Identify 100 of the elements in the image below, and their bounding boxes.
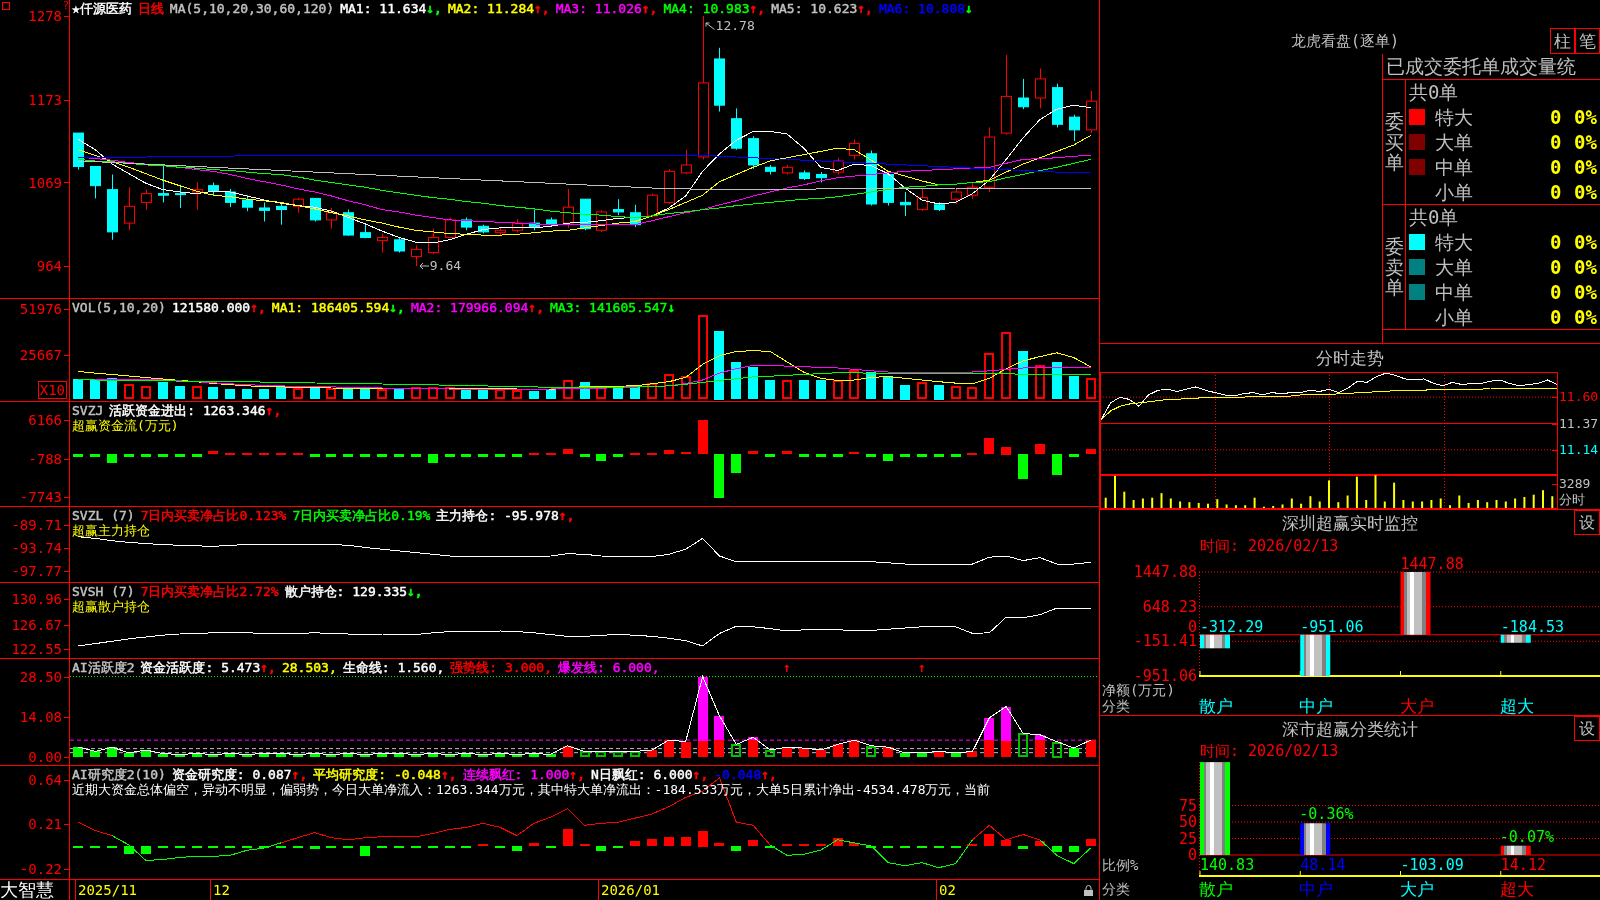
total-label: 共0单	[1409, 206, 1459, 228]
percent-value: 0%	[1574, 105, 1597, 128]
trend-arrow: ↑,	[534, 1, 550, 16]
time-label: 时间: 2026/02/13	[1200, 741, 1339, 760]
axis-label: 1278	[28, 8, 62, 23]
value-label: 14.12	[1500, 858, 1546, 873]
legend-label: MA1: 186405.594	[271, 300, 390, 315]
axis-label: -151.41	[1133, 634, 1197, 649]
axis-label: 0	[1187, 848, 1197, 862]
axis-label: 11.37	[1559, 415, 1599, 432]
panel-title: 深圳超赢实时监控	[1282, 512, 1418, 533]
value-label: -103.09	[1400, 858, 1464, 873]
legend-label: MA5: 10.623	[771, 1, 858, 16]
axis-label: -788	[28, 451, 62, 466]
legend-label: 活跃资金进出: 1263.346	[109, 403, 266, 418]
percent-value: 0%	[1574, 305, 1597, 328]
category-label: 大户	[1399, 697, 1434, 715]
legend-label: 连续飘红: 1.000	[462, 767, 570, 782]
legend-label: 28.503,	[281, 660, 337, 675]
legend-label: 7日内买卖净占比2.72%	[140, 584, 279, 599]
count-value: 0	[1550, 180, 1562, 203]
axis-label: 50	[1178, 815, 1197, 829]
axis-label: 0.64	[28, 772, 62, 787]
date-label: 02	[939, 882, 956, 898]
percent-value: 0%	[1574, 180, 1597, 203]
count-value: 0	[1550, 280, 1562, 303]
axis-label: 28.50	[19, 669, 62, 684]
legend-label: MA2: 11.284	[447, 1, 535, 16]
value-label: -951.06	[1300, 619, 1364, 635]
count-value: 0	[1550, 305, 1562, 328]
category-label: 超大	[1499, 697, 1534, 715]
legend-label: MA(5,10,20,30,60,120)	[169, 1, 335, 16]
signal-arrow: ↑	[917, 661, 926, 675]
order-type-label: 特大	[1435, 105, 1473, 128]
trend-arrow: ↓,	[389, 300, 405, 315]
legend-label: 7日内买卖净占比0.123%	[140, 508, 287, 523]
axis-label: 6166	[28, 413, 62, 428]
axis-label: -0.22	[19, 861, 62, 876]
legend-label: 7日内买卖净占比0.19%	[292, 508, 431, 523]
panel-title: 深市超赢分类统计	[1282, 718, 1418, 739]
value-label: -184.53	[1500, 619, 1564, 635]
order-type-label: 特大	[1435, 230, 1473, 253]
axis-label: 648.23	[1142, 599, 1197, 614]
trend-arrow: ↑,	[692, 767, 709, 782]
value-label: 1447.88	[1400, 557, 1464, 572]
legend-label: MA3: 11.026	[555, 1, 642, 16]
axis-label: 3289	[1559, 476, 1591, 493]
legend-label: MA1: 11.634	[340, 1, 427, 16]
axis-title: 比例%	[1102, 858, 1139, 872]
legend-label: VOL(5,10,20)	[72, 300, 166, 315]
legend-label: SVZL (7)	[72, 508, 135, 523]
legend-label: 121580.000	[171, 300, 251, 315]
time-label: 时间: 2026/02/13	[1200, 537, 1339, 555]
axis-label: 130.96	[11, 591, 62, 606]
legend-label: 强势线: 3.000,	[450, 660, 552, 675]
chart-title: 超赢散户持仓	[72, 599, 150, 614]
trend-arrow: ↑,	[569, 767, 585, 782]
axis-label: 25667	[19, 347, 62, 362]
category-label: 中户	[1299, 697, 1334, 715]
chart-title: 超赢资金流(万元)	[72, 418, 179, 433]
axis-label: 0.00	[28, 750, 62, 765]
price-label: 12.78	[715, 18, 755, 33]
panel-title: 分时走势	[1316, 348, 1384, 368]
total-label: 共0单	[1409, 81, 1459, 103]
trend-arrow: ↓,	[426, 1, 442, 16]
legend-label: 日线	[137, 1, 164, 16]
axis-label: -7743	[19, 489, 62, 504]
axis-label: 25	[1178, 831, 1197, 846]
count-value: 0	[1550, 155, 1562, 178]
axis-label: 0.21	[28, 817, 62, 832]
date-label: 2026/01	[601, 882, 660, 898]
value-label: -312.29	[1200, 619, 1264, 635]
price-label: 9.64	[429, 259, 462, 274]
value-label: 140.83	[1200, 858, 1255, 873]
axis-label: 1069	[28, 175, 62, 190]
trend-arrow: ↓	[667, 300, 676, 315]
order-type-label: 中单	[1435, 155, 1473, 178]
axis-title: 分类	[1102, 881, 1130, 897]
chart-title: 超赢主力持仓	[72, 523, 150, 538]
legend-label: 平均研究度: -0.048	[313, 767, 441, 782]
trend-arrow: ↑,	[260, 660, 276, 675]
order-type-label: 大单	[1435, 255, 1473, 278]
legend-label: 资金研究度: 0.087	[171, 767, 292, 782]
legend-label: MA2: 179966.094	[410, 300, 529, 315]
category-label: 超大	[1499, 880, 1534, 898]
order-type-label: 中单	[1435, 280, 1473, 303]
legend-label: AI活跃度2	[72, 660, 135, 675]
axis-label: 51976	[19, 301, 62, 316]
trend-arrow: ↑,	[641, 1, 658, 16]
axis-title: 分类	[1102, 698, 1130, 714]
category-label: 散户	[1199, 697, 1233, 715]
legend-label: -0.048	[714, 767, 762, 782]
legend-label: 生命线: 1.560,	[342, 660, 445, 675]
percent-value: 0%	[1574, 280, 1597, 303]
trend-arrow: ↑,	[749, 1, 766, 16]
legend-label: SVSH (7)	[72, 584, 135, 599]
axis-label: 126.67	[11, 617, 62, 632]
axis-label: 1447.88	[1133, 565, 1197, 579]
trend-arrow: ↑,	[440, 767, 457, 782]
legend-label: 主力持仓: -95.978	[436, 508, 559, 523]
